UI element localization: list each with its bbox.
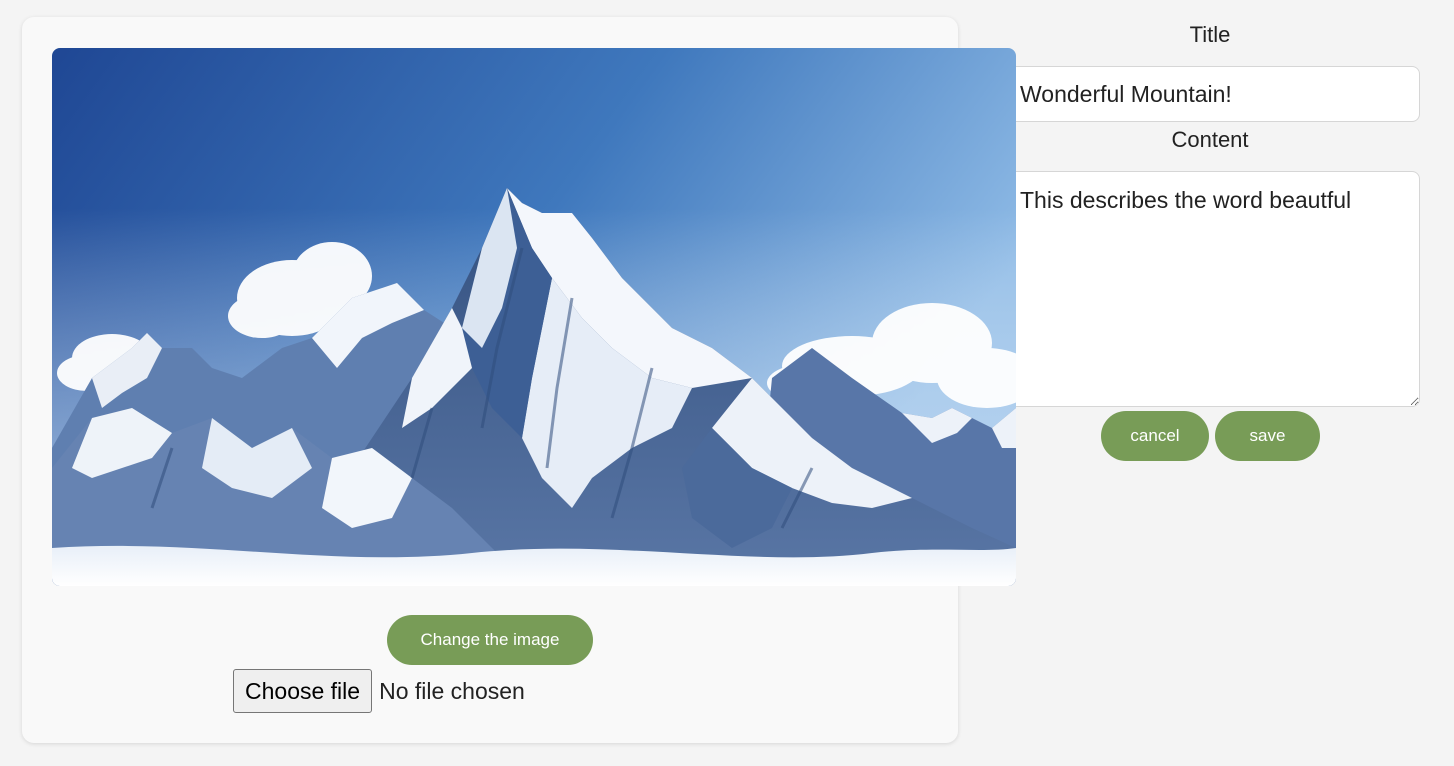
change-image-button[interactable]: Change the image xyxy=(387,615,593,665)
mountain-image xyxy=(52,48,1016,586)
choose-file-button[interactable]: Choose file xyxy=(233,669,373,713)
title-input[interactable] xyxy=(1000,66,1420,122)
content-textarea[interactable]: This describes the word beautful xyxy=(1000,171,1420,407)
cancel-button[interactable]: cancel xyxy=(1101,411,1209,461)
save-button[interactable]: save xyxy=(1215,411,1320,461)
content-label: Content xyxy=(1171,127,1249,152)
file-input[interactable]: Choose file No file chosen xyxy=(233,669,525,713)
title-label: Title xyxy=(1189,22,1231,47)
mountain-illustration xyxy=(52,48,1016,586)
file-status-text: No file chosen xyxy=(379,677,525,704)
